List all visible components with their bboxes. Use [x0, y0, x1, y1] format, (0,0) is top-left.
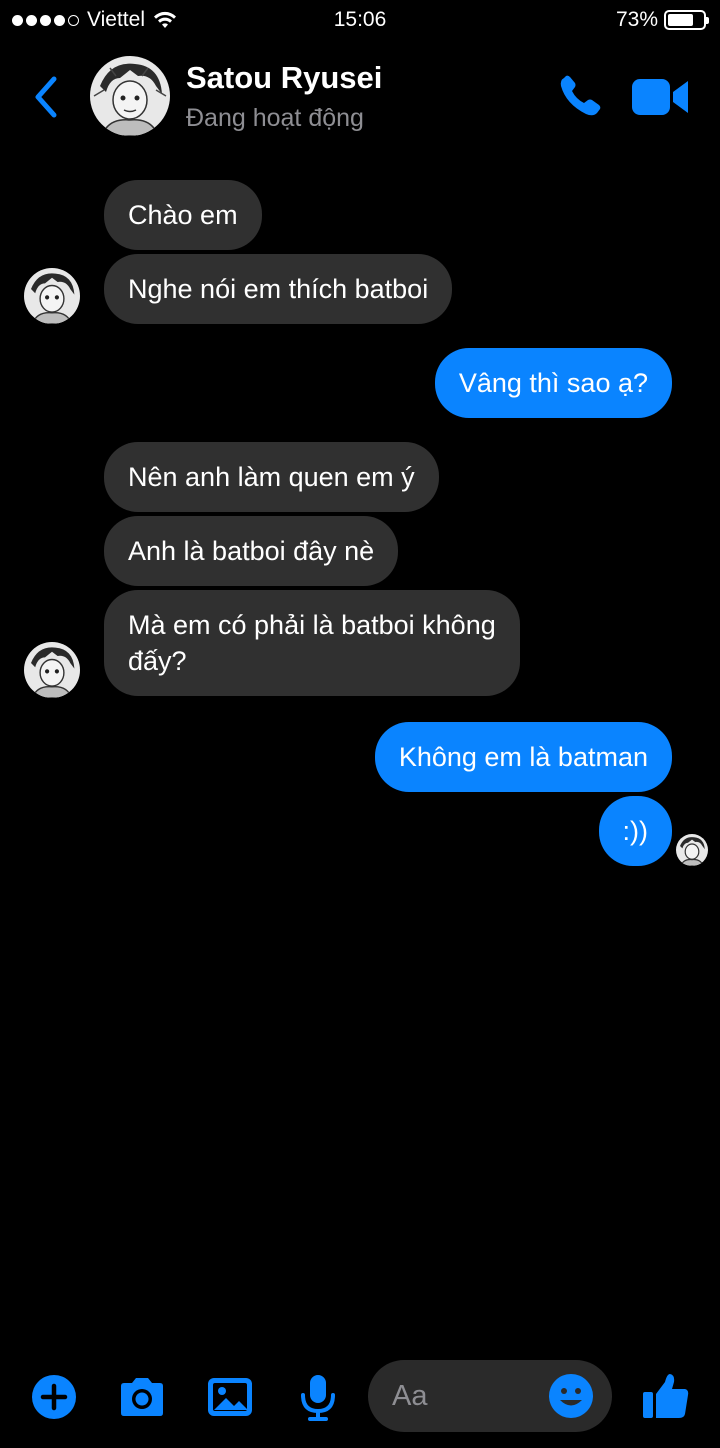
message-text: Không em là batman [398, 742, 648, 772]
battery-percent: 73% [615, 8, 658, 31]
active-status: Đang hoạt động [186, 104, 364, 132]
plus-icon [32, 1375, 76, 1419]
like-button[interactable] [640, 1368, 692, 1422]
message-text: Nghe nói em thích batboi [128, 274, 429, 304]
emoji-button[interactable] [548, 1373, 594, 1419]
gallery-icon [208, 1378, 252, 1416]
message-text: Anh là batboi đây nè [128, 536, 375, 566]
message-bubble[interactable]: Nên anh làm quen em ý [104, 442, 439, 512]
microphone-icon [301, 1375, 335, 1421]
back-button[interactable] [26, 72, 66, 122]
status-bar: Viettel 15:06 73% [0, 0, 720, 42]
message-bubble[interactable]: :)) [598, 796, 672, 866]
thumbs-up-icon [643, 1374, 689, 1418]
message-text-line2: đấy? [128, 646, 187, 676]
video-icon [632, 79, 688, 115]
message-text: :)) [622, 816, 648, 846]
call-button[interactable] [556, 74, 606, 120]
gallery-button[interactable] [205, 1372, 255, 1422]
message-bubble[interactable]: Anh là batboi đây nè [104, 516, 399, 586]
message-text: Nên anh làm quen em ý [128, 462, 415, 492]
message-bubble[interactable]: Không em là batman [374, 722, 672, 792]
voice-button[interactable] [293, 1372, 343, 1422]
video-call-button[interactable] [630, 76, 692, 118]
message-bubble[interactable]: Chào em [104, 180, 262, 250]
status-bar-right: 73% [615, 8, 709, 32]
composer-bar [0, 1356, 720, 1436]
phone-icon [560, 75, 601, 116]
sender-avatar[interactable] [24, 268, 80, 324]
seen-receipt-avatar [676, 834, 708, 866]
message-input-container[interactable] [368, 1360, 612, 1432]
message-text: Chào em [128, 200, 238, 230]
message-input[interactable] [392, 1360, 552, 1432]
message-bubble[interactable]: Vâng thì sao ạ? [434, 348, 672, 418]
message-text: Vâng thì sao ạ? [458, 368, 648, 398]
more-actions-button[interactable] [29, 1372, 79, 1422]
emoji-icon [549, 1374, 593, 1418]
message-bubble[interactable]: Nghe nói em thích batboi [104, 254, 453, 324]
chat-header: Satou Ryusei Đang hoạt động [0, 50, 720, 146]
battery-icon [664, 10, 709, 30]
contact-name[interactable]: Satou Ryusei [186, 60, 382, 96]
message-text: Mà em có phải là batboi không [128, 610, 496, 640]
avatar[interactable] [90, 56, 170, 136]
back-icon [35, 76, 57, 118]
camera-icon [121, 1378, 163, 1416]
clock: 15:06 [333, 8, 387, 31]
sender-avatar[interactable] [24, 642, 80, 698]
camera-button[interactable] [117, 1372, 167, 1422]
message-bubble[interactable]: Mà em có phải là batboi không đấy? [104, 590, 520, 696]
battery-fill [668, 14, 693, 26]
